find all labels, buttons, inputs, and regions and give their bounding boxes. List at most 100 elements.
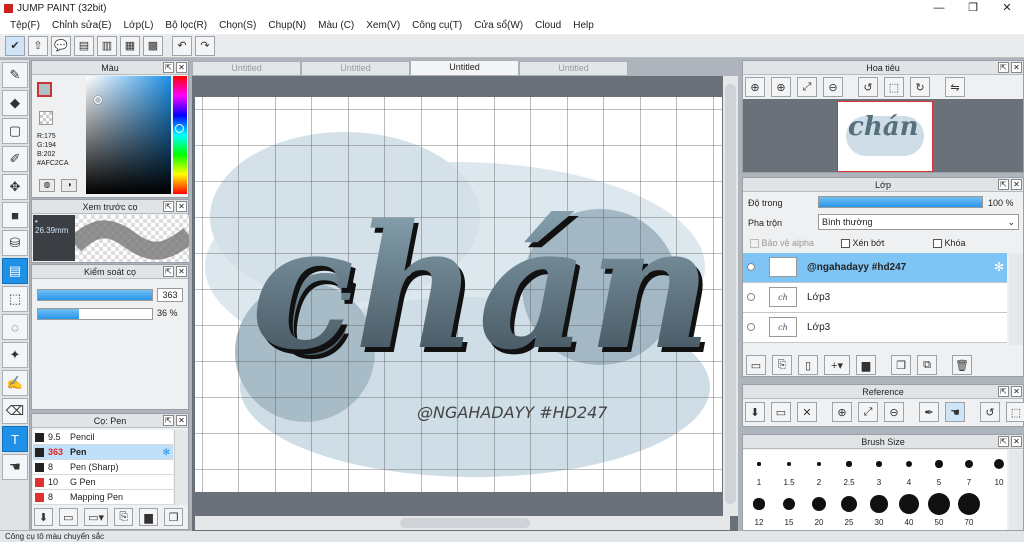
brush-item[interactable]: 8 Mapping Pen [33,490,173,505]
lock-checkbox[interactable] [933,239,942,249]
bucket-tool-icon[interactable]: ⛁ [2,230,28,256]
picker-icon[interactable]: ◑ [61,179,77,192]
brush-duplicate-icon[interactable]: ❐ [164,508,183,526]
undo-icon[interactable]: ↶ [172,35,192,56]
hue-cursor[interactable] [175,124,184,133]
eraser-tool-icon[interactable]: ◆ [2,90,28,116]
menu-cloud[interactable]: Cloud [529,20,567,31]
select-rect-tool-icon[interactable]: ▢ [2,118,28,144]
eye-icon[interactable] [747,263,755,271]
brush-size-cell[interactable]: 40 [897,490,921,527]
brush-size-cell[interactable]: 30 [867,490,891,527]
eye-icon[interactable] [747,293,755,301]
expand-icon[interactable]: ⇱ [998,436,1009,447]
layer-row[interactable]: @ngahadayy #hd247 ✻ [743,253,1007,283]
brush-size-cell[interactable]: 7 [957,450,981,487]
tab-untitled-1[interactable]: Untitled [192,61,301,76]
ref-zoom-out-icon[interactable]: ⊖ [884,402,904,422]
layer-scrollbar[interactable] [1009,253,1023,345]
magic-wand-tool-icon[interactable]: ✦ [2,342,28,368]
brush-size-cell[interactable]: 1 [747,450,771,487]
clip-checkbox[interactable] [841,239,850,249]
brush-size-cell[interactable]: 25 [837,490,861,527]
ref-hand-icon[interactable]: ☚ [945,402,965,422]
expand-icon[interactable]: ⇱ [998,386,1009,397]
brush-size-cell[interactable]: 4 [897,450,921,487]
transparent-swatch[interactable] [39,111,53,125]
share-icon[interactable]: ⇧ [28,35,48,56]
document-icon[interactable]: ▦ [120,35,140,56]
brush-item[interactable]: 10 G Pen [33,475,173,490]
page-icon[interactable]: ▥ [97,35,117,56]
tab-untitled-3[interactable]: Untitled [410,60,519,76]
size-slider[interactable] [37,289,153,301]
add-layer-icon[interactable]: +▾ [824,355,850,375]
brush-size-cell[interactable]: 1.5 [777,450,801,487]
ref-fit-icon[interactable]: ⤢ [858,402,878,422]
menu-view[interactable]: Xem(V) [360,20,406,31]
flip-icon[interactable]: ⇋ [945,77,965,97]
layer-row[interactable]: ch Lớp3 [743,313,1007,343]
brush-tool-icon[interactable]: ✎ [2,62,28,88]
navigator-thumbnail[interactable]: chán [837,101,933,172]
brush-copy-icon[interactable]: ⎘ [114,508,134,526]
expand-icon[interactable]: ⇱ [163,266,174,277]
brush-size-cell[interactable]: 15 [777,490,801,527]
move-tool-icon[interactable]: ✥ [2,174,28,200]
brush-add-icon[interactable]: ▭▾ [83,508,109,526]
layer-copy-icon[interactable]: ⎘ [772,355,792,375]
check-icon[interactable]: ✔ [5,35,25,56]
color-cursor[interactable] [94,96,102,104]
gear-icon[interactable]: ✻ [162,445,170,460]
brush-new-icon[interactable]: ▭ [58,508,78,526]
lasso-tool-icon[interactable]: ◌ [2,314,28,340]
delete-layer-icon[interactable]: 🗑 [952,355,972,375]
opacity-slider[interactable] [37,308,153,320]
zoom-in-icon[interactable]: ⊕ [745,77,765,97]
horizontal-scrollbar[interactable] [195,516,730,530]
brush-size-cell[interactable]: 2.5 [837,450,861,487]
close-icon[interactable]: ✕ [176,415,187,426]
menu-window[interactable]: Cửa sổ(W) [468,20,529,31]
expand-icon[interactable]: ⇱ [998,179,1009,190]
brush-size-cell[interactable]: 50 [927,490,951,527]
menu-file[interactable]: Tệp(F) [4,20,46,31]
expand-icon[interactable]: ⇱ [163,201,174,212]
close-icon[interactable]: ✕ [1011,436,1022,447]
ref-frame-icon[interactable]: ⬚ [1006,402,1024,422]
menu-filter[interactable]: Bộ lọc(R) [159,20,213,31]
saturation-value-picker[interactable] [86,76,171,194]
eye-icon[interactable] [747,323,755,331]
layer-row[interactable]: ch Lớp3 [743,283,1007,313]
brush-size-cell[interactable]: 70 [957,490,981,527]
brush-folder-icon[interactable]: ▆ [139,508,159,526]
minimize-icon[interactable]: — [922,0,956,16]
layer-folder-icon[interactable]: ▆ [856,355,876,375]
brush-size-scrollbar[interactable] [1009,450,1023,530]
blend-select[interactable]: Bình thường ⌄ [818,214,1019,230]
expand-icon[interactable]: ⇱ [163,415,174,426]
close-icon[interactable]: ✕ [176,201,187,212]
rotate-right-icon[interactable]: ↻ [910,77,930,97]
brush-size-cell[interactable]: 20 [807,490,831,527]
menu-help[interactable]: Help [567,20,600,31]
fit-icon[interactable]: ⤢ [797,77,817,97]
layer-merge-icon[interactable]: ⧉ [917,355,937,375]
close-icon[interactable]: ✕ [176,266,187,277]
close-icon[interactable]: ✕ [1011,62,1022,73]
brush-item[interactable]: 9.5 Pencil [33,430,173,445]
grid-icon[interactable]: ▩ [143,35,163,56]
canvas-paper[interactable]: c c chán chán @NGAHADAYY #HD247 [195,97,722,492]
menu-layer[interactable]: Lớp(L) [118,20,160,31]
tab-untitled-2[interactable]: Untitled [301,61,410,76]
expand-icon[interactable]: ⇱ [998,62,1009,73]
brush-list-scrollbar[interactable] [174,430,188,505]
brush-size-cell[interactable]: 5 [927,450,951,487]
frame-icon[interactable]: ⬚ [884,77,904,97]
comment-icon[interactable]: 💬 [51,35,71,56]
tab-untitled-4[interactable]: Untitled [519,61,628,76]
menu-capture[interactable]: Chụp(N) [262,20,312,31]
restore-icon[interactable]: ❐ [956,0,990,16]
menu-tools[interactable]: Công cụ(T) [406,20,468,31]
hand-tool-icon[interactable]: ☚ [2,454,28,480]
